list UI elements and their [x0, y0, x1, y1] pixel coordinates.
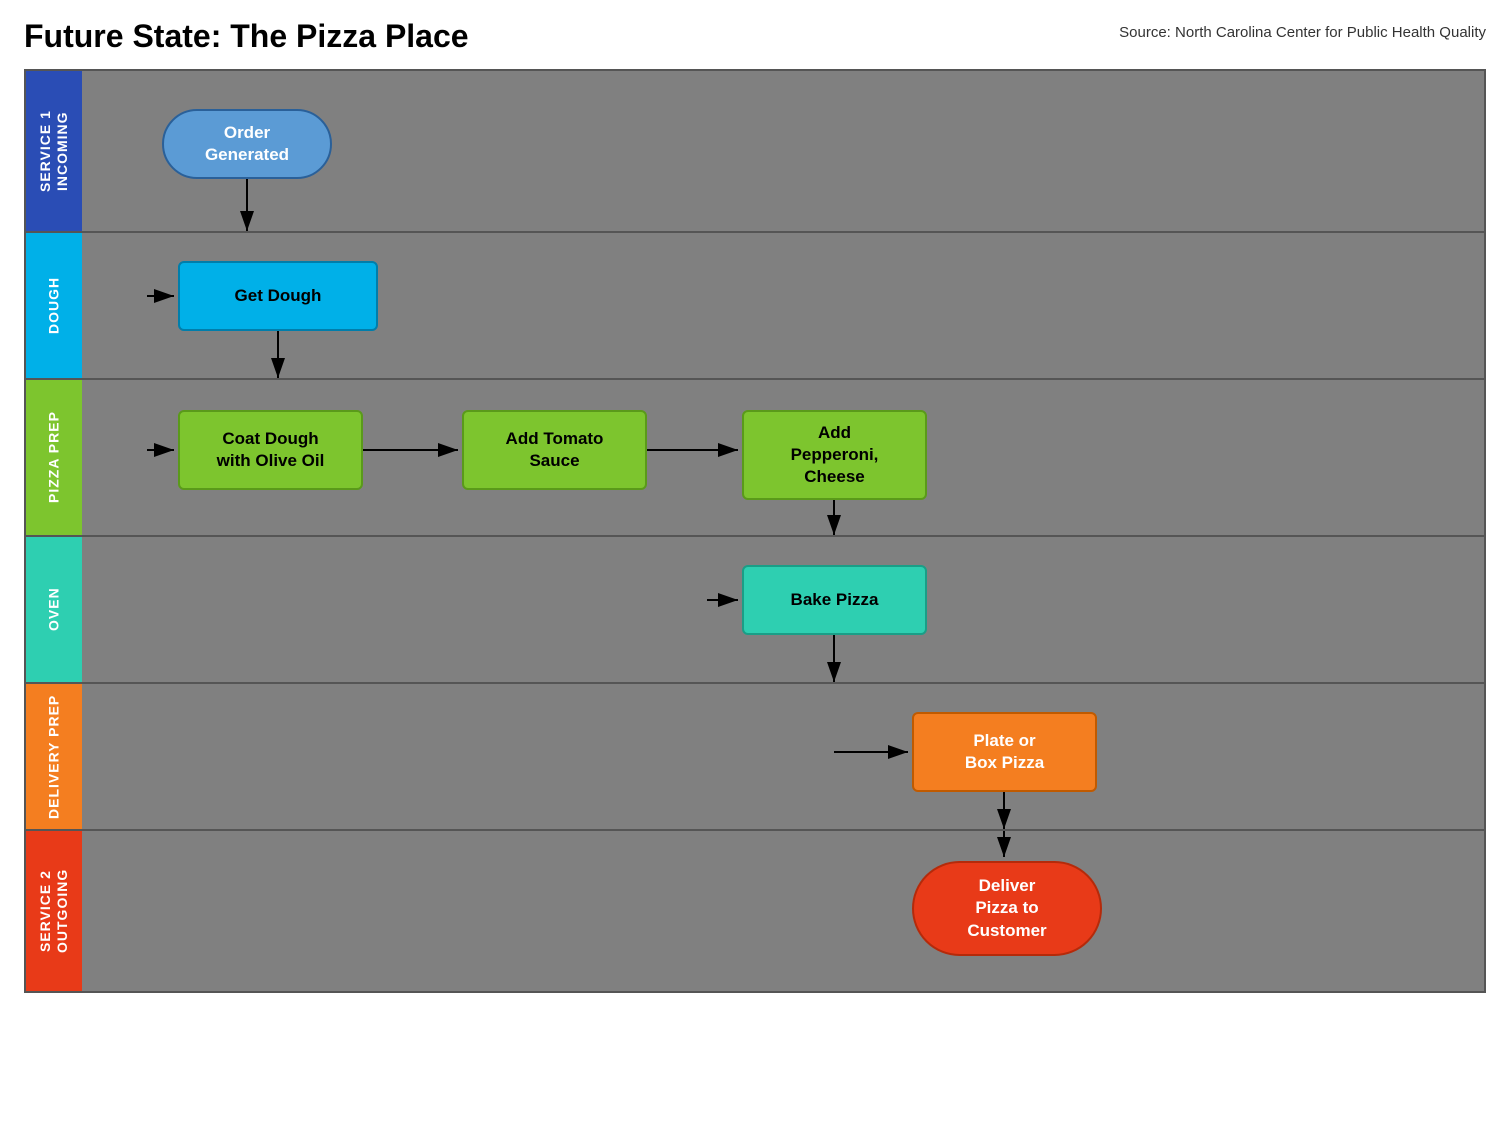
lane-service1: SERVICE 1INCOMING Order Generated	[26, 71, 1484, 233]
diagram: SERVICE 1INCOMING Order Generated	[24, 69, 1486, 993]
lane-pizza-prep-content: Coat Dough with Olive Oil Add Tomato Sau…	[82, 380, 1484, 535]
bake-pizza-node: Bake Pizza	[742, 565, 927, 635]
lane-dough-content: Get Dough	[82, 233, 1484, 378]
lane-dough-label: DOUGH	[26, 233, 82, 378]
order-generated-node: Order Generated	[162, 109, 332, 179]
lane-service2-content: Deliver Pizza to Customer	[82, 831, 1484, 991]
add-tomato-node: Add Tomato Sauce	[462, 410, 647, 490]
lane-service2-label: SERVICE 2OUTGOING	[26, 831, 82, 991]
source-text: Source: North Carolina Center for Public…	[1119, 24, 1486, 41]
service2-arrows	[82, 831, 1484, 991]
plate-box-node: Plate or Box Pizza	[912, 712, 1097, 792]
lane-pizza-prep: PIZZA PREP Coat Dough with Olive Oil Add…	[26, 380, 1484, 537]
lane-service1-content: Order Generated	[82, 71, 1484, 231]
lane-service2: SERVICE 2OUTGOING Deliver Pizza to Custo…	[26, 831, 1484, 991]
page-title: Future State: The Pizza Place	[24, 18, 469, 55]
lane-oven-label: OVEN	[26, 537, 82, 682]
lane-service1-label: SERVICE 1INCOMING	[26, 71, 82, 231]
delivery-arrows	[82, 684, 1484, 829]
lane-dough: DOUGH Get Dough	[26, 233, 1484, 380]
get-dough-node: Get Dough	[178, 261, 378, 331]
coat-dough-node: Coat Dough with Olive Oil	[178, 410, 363, 490]
header: Future State: The Pizza Place Source: No…	[24, 18, 1486, 55]
page: Future State: The Pizza Place Source: No…	[0, 0, 1510, 1129]
lane-delivery-prep: DELIVERY PREP Plate or Box Pizza	[26, 684, 1484, 831]
lane-oven-content: Bake Pizza	[82, 537, 1484, 682]
lane-delivery-prep-label: DELIVERY PREP	[26, 684, 82, 829]
deliver-pizza-node: Deliver Pizza to Customer	[912, 861, 1102, 956]
lane-delivery-prep-content: Plate or Box Pizza	[82, 684, 1484, 829]
lane-pizza-prep-label: PIZZA PREP	[26, 380, 82, 535]
lane-oven: OVEN Bake Pizza	[26, 537, 1484, 684]
add-pepperoni-node: Add Pepperoni, Cheese	[742, 410, 927, 500]
